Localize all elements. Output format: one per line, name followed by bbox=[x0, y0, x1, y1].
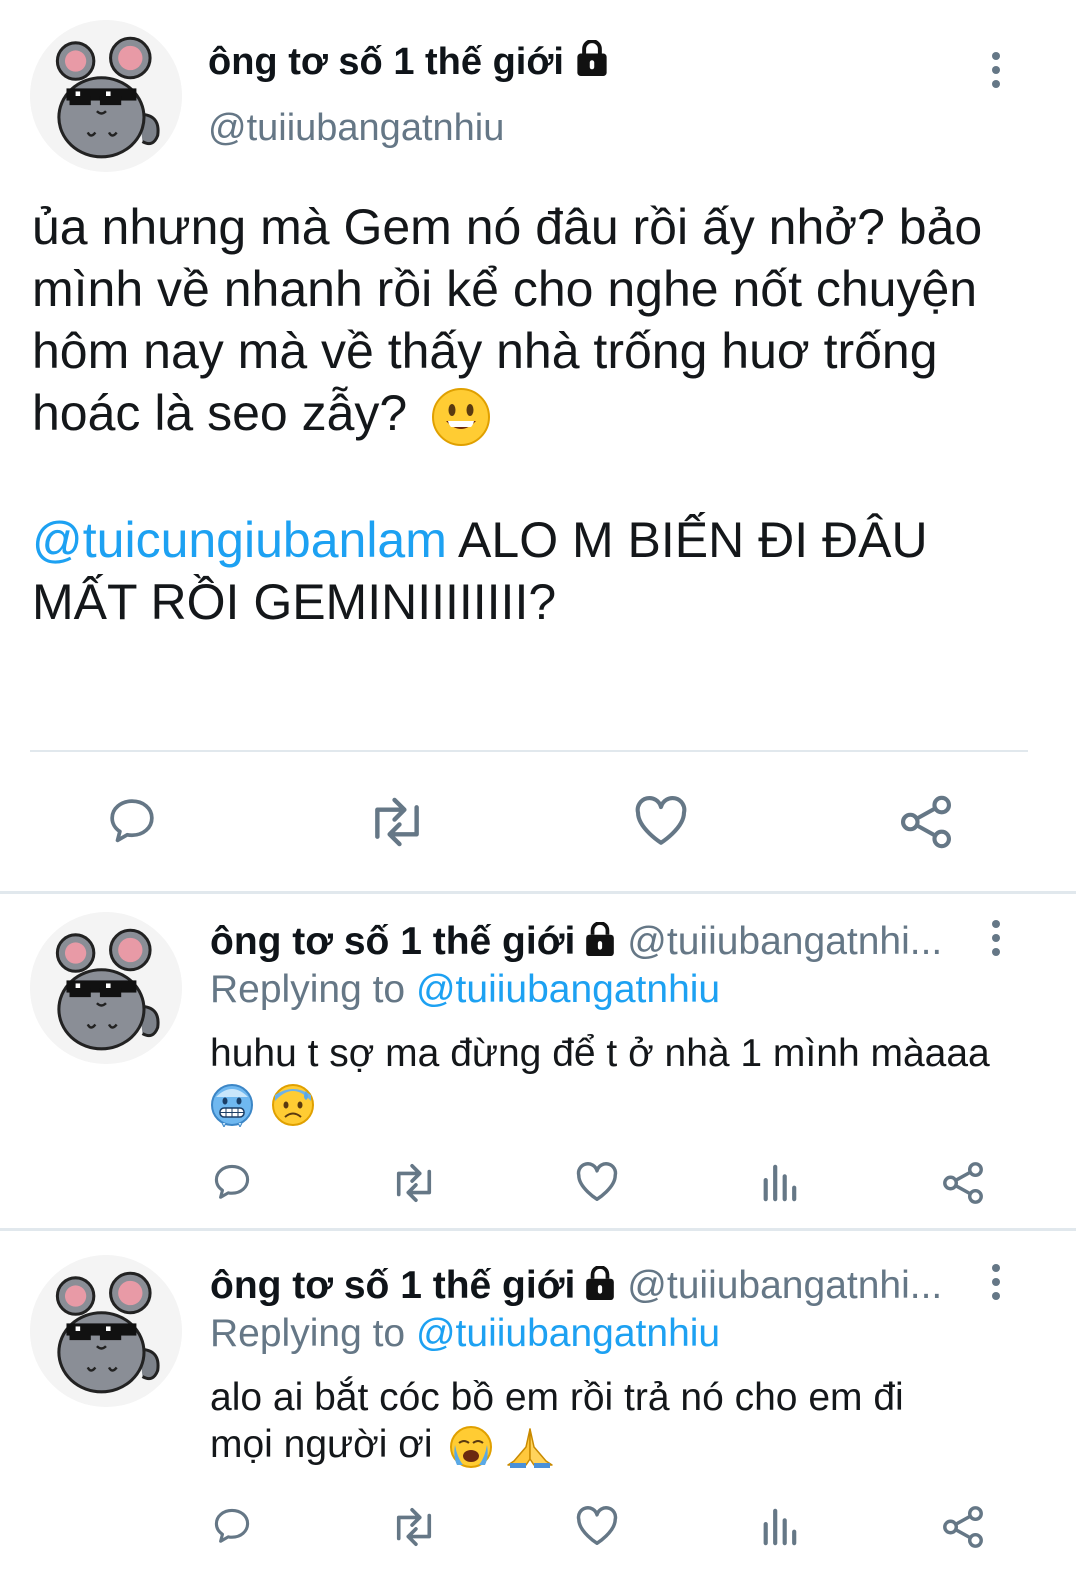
crying-face-emoji bbox=[449, 1425, 493, 1469]
analytics-icon[interactable] bbox=[760, 1506, 798, 1546]
replying-label: Replying to bbox=[210, 1312, 416, 1355]
tweet-text-line: @tuicungiubanlam ALO M BIẾN ĐI ĐÂU bbox=[32, 509, 1042, 571]
reply-header: ông tơ số 1 thế giới @tuiiubangatnhi... bbox=[210, 918, 942, 968]
display-name[interactable]: ông tơ số 1 thế giới bbox=[208, 38, 610, 88]
reply-text: alo ai bắt cóc bồ em rồi trả nó cho em đ… bbox=[210, 1374, 1030, 1469]
like-icon[interactable] bbox=[574, 1504, 620, 1548]
tweet-text-segment: ALO M BIẾN ĐI ĐÂU bbox=[446, 511, 928, 568]
analytics-icon[interactable] bbox=[760, 1162, 798, 1202]
lock-icon bbox=[574, 39, 610, 88]
avatar[interactable] bbox=[30, 20, 182, 172]
retweet-icon[interactable] bbox=[388, 1162, 440, 1204]
display-name-text: ông tơ số 1 thế giới bbox=[208, 41, 564, 83]
emoji-row bbox=[210, 1079, 1030, 1127]
reply-text-line: alo ai bắt cóc bồ em rồi trả nó cho em đ… bbox=[210, 1376, 904, 1419]
user-handle[interactable]: @tuiiubangatnhi... bbox=[627, 920, 942, 963]
replying-to: Replying to @tuiiubangatnhiu bbox=[210, 966, 720, 1014]
smiley-emoji bbox=[431, 387, 491, 447]
mention-link[interactable]: @tuicungiubanlam bbox=[32, 512, 447, 568]
tweet-text-line: hoác là seo zẫy? bbox=[32, 382, 1042, 447]
reply-icon[interactable] bbox=[210, 1504, 254, 1548]
like-icon[interactable] bbox=[632, 793, 690, 849]
reply-text-line: mọi người ơi bbox=[210, 1421, 1030, 1469]
more-icon[interactable] bbox=[986, 920, 1006, 964]
reply-text-line: huhu t sợ ma đừng để t ở nhà 1 mình màaa… bbox=[210, 1032, 990, 1075]
user-handle[interactable]: @tuiiubangatnhi... bbox=[627, 1264, 942, 1307]
mention-link[interactable]: @tuiiubangatnhiu bbox=[416, 1312, 720, 1355]
tweet-text-line: MẤT RỒI GEMINIIIIIIII? bbox=[32, 573, 557, 630]
retweet-icon[interactable] bbox=[388, 1506, 440, 1548]
lock-icon bbox=[583, 920, 617, 968]
lock-icon bbox=[583, 1264, 617, 1312]
folded-hands-emoji bbox=[506, 1425, 554, 1469]
tweet-text-line: mình về nhanh rồi kể cho nghe nốt chuyện bbox=[32, 261, 978, 317]
share-icon[interactable] bbox=[940, 1160, 986, 1206]
tweet-text-line: ủa nhưng mà Gem nó đâu rồi ấy nhở? bảo bbox=[32, 199, 983, 255]
more-icon[interactable] bbox=[986, 1264, 1006, 1308]
share-icon[interactable] bbox=[940, 1504, 986, 1550]
reply-header: ông tơ số 1 thế giới @tuiiubangatnhi... bbox=[210, 1262, 942, 1312]
like-icon[interactable] bbox=[574, 1160, 620, 1204]
replying-label: Replying to bbox=[210, 968, 416, 1011]
avatar[interactable] bbox=[30, 912, 182, 1064]
tweet-text: ủa nhưng mà Gem nó đâu rồi ấy nhở? bảo m… bbox=[32, 196, 1042, 633]
divider bbox=[0, 1228, 1076, 1231]
anxious-sweat-face-emoji bbox=[271, 1083, 315, 1127]
reply-icon[interactable] bbox=[210, 1160, 254, 1204]
reply-text-segment: mọi người ơi bbox=[210, 1423, 433, 1466]
retweet-icon[interactable] bbox=[364, 795, 430, 849]
mention-link[interactable]: @tuiiubangatnhiu bbox=[416, 968, 720, 1011]
replying-to: Replying to @tuiiubangatnhiu bbox=[210, 1310, 720, 1358]
tweet-text-segment: hoác là seo zẫy? bbox=[32, 385, 408, 441]
reply-icon[interactable] bbox=[104, 793, 160, 849]
share-icon[interactable] bbox=[896, 793, 956, 851]
divider bbox=[0, 891, 1076, 894]
reply-text: huhu t sợ ma đừng để t ở nhà 1 mình màaa… bbox=[210, 1030, 1030, 1127]
tweet-text-line: hôm nay mà về thấy nhà trống huơ trống bbox=[32, 323, 938, 379]
freezing-face-emoji bbox=[210, 1083, 254, 1127]
divider bbox=[30, 750, 1028, 752]
user-handle[interactable]: @tuiiubangatnhiu bbox=[208, 104, 504, 152]
avatar[interactable] bbox=[30, 1255, 182, 1407]
display-name[interactable]: ông tơ số 1 thế giới bbox=[210, 920, 575, 963]
more-icon[interactable] bbox=[986, 52, 1006, 96]
display-name[interactable]: ông tơ số 1 thế giới bbox=[210, 1264, 575, 1307]
